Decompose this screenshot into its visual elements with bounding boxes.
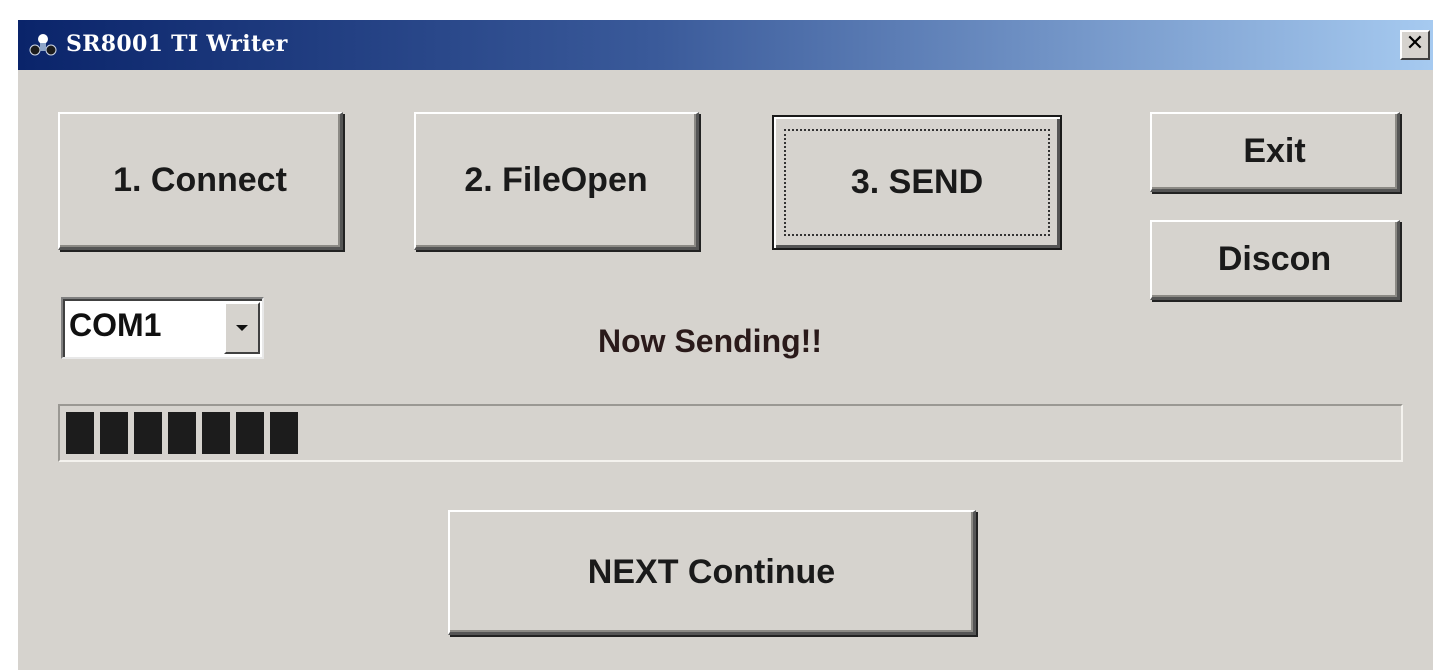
exit-button[interactable]: Exit xyxy=(1150,112,1400,192)
progress-block xyxy=(134,412,162,454)
file-open-button[interactable]: 2. FileOpen xyxy=(414,112,699,250)
file-open-button-label: 2. FileOpen xyxy=(464,161,648,199)
next-continue-button-label: NEXT Continue xyxy=(587,552,836,591)
progress-block xyxy=(100,412,128,454)
next-continue-button[interactable]: NEXT Continue xyxy=(448,510,976,635)
connect-button-label: 1. Connect xyxy=(113,161,287,199)
close-icon: ✕ xyxy=(1405,31,1425,56)
progress-block xyxy=(202,412,230,454)
com-port-dropdown-button[interactable] xyxy=(224,302,260,354)
send-button[interactable]: 3. SEND xyxy=(772,115,1062,250)
discon-button[interactable]: Discon xyxy=(1150,220,1400,300)
chevron-down-icon xyxy=(236,325,248,331)
progress-bar xyxy=(58,404,1403,462)
app-icon xyxy=(29,34,57,56)
exit-button-label: Exit xyxy=(1243,132,1306,170)
progress-fill xyxy=(66,412,298,454)
window-title: SR8001 TI Writer xyxy=(66,31,288,57)
close-button[interactable]: ✕ xyxy=(1400,30,1430,60)
title-bar[interactable]: SR8001 TI Writer ✕ xyxy=(18,20,1433,70)
send-button-label: 3. SEND xyxy=(850,163,984,201)
com-port-select[interactable]: COM1 xyxy=(61,297,264,359)
app-window: SR8001 TI Writer ✕ 1. Connect 2. FileOpe… xyxy=(18,20,1433,670)
com-port-value: COM1 xyxy=(69,307,162,343)
progress-block xyxy=(168,412,196,454)
progress-block xyxy=(270,412,298,454)
connect-button[interactable]: 1. Connect xyxy=(58,112,343,250)
discon-button-label: Discon xyxy=(1217,240,1332,278)
status-message: Now Sending!! xyxy=(598,323,822,359)
progress-block xyxy=(236,412,264,454)
progress-block xyxy=(66,412,94,454)
